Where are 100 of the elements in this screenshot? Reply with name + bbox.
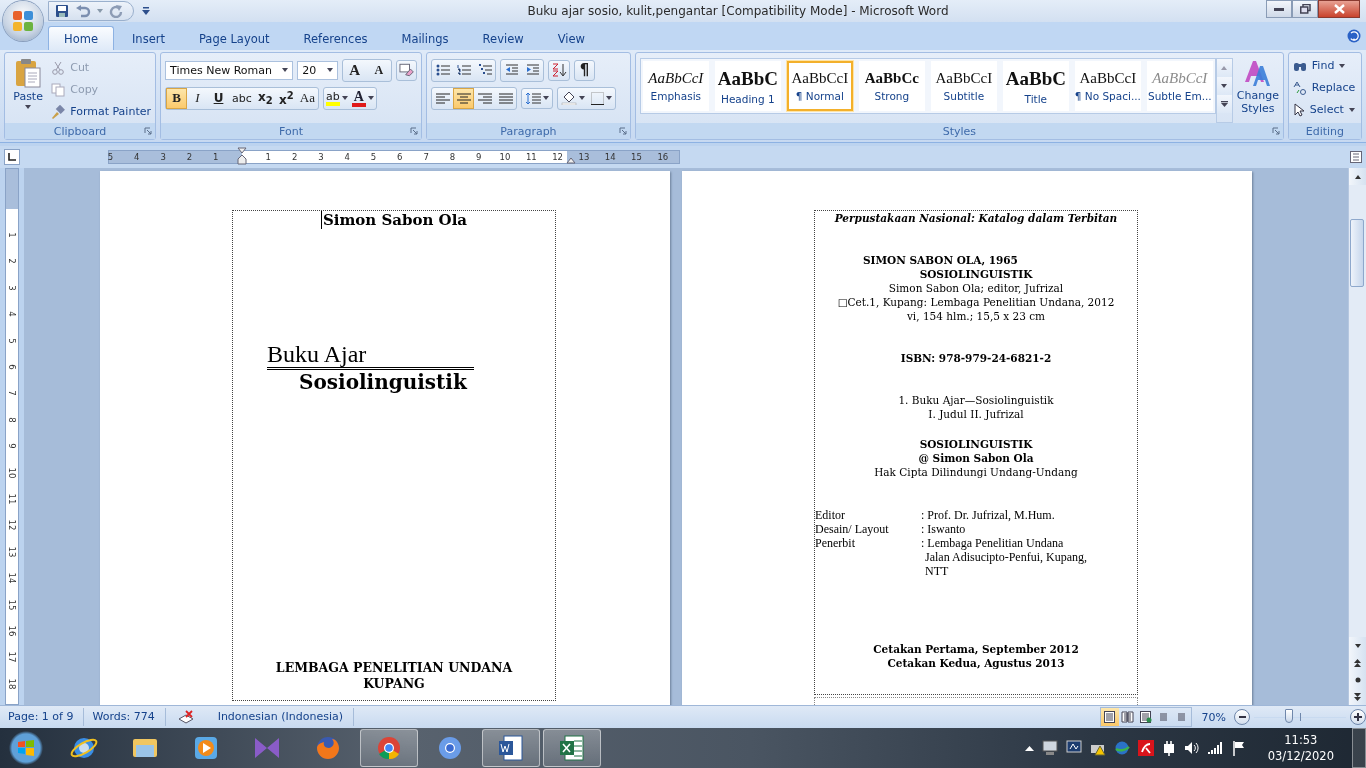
network-icon[interactable] — [1065, 740, 1082, 756]
close-button[interactable] — [1318, 0, 1360, 18]
style-option[interactable]: AaBbCcI ¶ No Spaci... — [1074, 61, 1141, 111]
dialog-launcher-icon[interactable] — [410, 127, 418, 135]
ruler-number: 8 — [449, 151, 456, 163]
page-view-icon — [1139, 711, 1153, 723]
tab-selector-button[interactable] — [4, 149, 20, 165]
indent-marker-icon[interactable] — [237, 147, 247, 165]
ribbon-tab[interactable]: Page Layout — [182, 26, 286, 50]
ribbon-tab[interactable]: Review — [466, 26, 540, 50]
taskbar-button[interactable] — [543, 729, 601, 767]
outdent-icon — [504, 64, 519, 76]
ribbon-tab[interactable]: Home — [48, 26, 114, 50]
view-button[interactable] — [1118, 708, 1137, 726]
page-view-icon — [1103, 711, 1117, 723]
highlight-button[interactable]: ab — [323, 87, 350, 109]
undo-icon[interactable] — [75, 4, 91, 18]
style-option[interactable]: AaBbCcI Subtitle — [930, 61, 997, 111]
scrollbar-thumb[interactable] — [1350, 219, 1364, 287]
clipboard-button[interactable]: Format Painter — [51, 102, 151, 121]
grow-font-button[interactable]: A — [342, 59, 367, 81]
ruler-number: 11 — [525, 151, 537, 163]
flag-icon[interactable] — [1231, 740, 1246, 756]
style-option[interactable]: AaBbCc Strong — [858, 61, 925, 111]
zoom-level[interactable]: 70% — [1201, 710, 1226, 724]
globe-icon[interactable] — [1113, 740, 1130, 756]
clock-date[interactable]: 03/12/2020 — [1267, 748, 1334, 764]
page-count[interactable]: Page: 1 of 9 — [0, 708, 85, 726]
caret-icon — [1339, 63, 1346, 68]
view-button[interactable] — [1100, 708, 1119, 726]
book-subtitle: Sosiolinguistik — [299, 370, 469, 394]
ruler-number: 1 — [6, 231, 18, 240]
spellcheck-book-icon[interactable] — [177, 710, 194, 724]
style-option[interactable]: AaBbC Heading 1 — [714, 61, 781, 111]
format-button[interactable]: B — [166, 87, 187, 109]
save-icon[interactable] — [55, 4, 69, 18]
ribbon-tab[interactable]: View — [541, 26, 601, 50]
format-button[interactable]: I — [187, 87, 208, 109]
ruler-number: 5 — [6, 336, 18, 346]
zoom-slider-thumb[interactable] — [1284, 709, 1293, 723]
format-button[interactable]: abc — [229, 87, 255, 109]
signal-icon[interactable] — [1207, 742, 1224, 754]
help-icon[interactable] — [1347, 29, 1361, 43]
sort-button[interactable] — [548, 59, 570, 81]
format-button[interactable]: x$_{2}$ — [254, 87, 276, 109]
dialog-launcher-icon[interactable] — [1271, 127, 1280, 135]
line-spacing-button[interactable] — [521, 87, 553, 109]
ribbon-tab[interactable]: Mailings — [385, 26, 465, 50]
align-button[interactable] — [453, 87, 474, 109]
language-indicator[interactable]: Indonesian (Indonesia) — [209, 708, 355, 726]
restore-button[interactable] — [1292, 0, 1318, 18]
next-page-button[interactable] — [1349, 688, 1366, 705]
shrink-font-button[interactable]: A — [366, 59, 391, 81]
more-styles-button[interactable] — [1216, 95, 1232, 113]
speaker-icon[interactable] — [1183, 741, 1200, 755]
ruler-number: 10 — [499, 151, 511, 163]
word-count[interactable]: Words: 774 — [84, 708, 166, 726]
paintbrush-icon — [51, 104, 66, 119]
ribbon-tab[interactable]: References — [287, 26, 384, 50]
select-button[interactable]: Select — [1292, 100, 1357, 119]
numbered-list-icon — [456, 64, 471, 76]
office-button[interactable] — [3, 1, 43, 41]
zoom-out-button[interactable] — [1234, 709, 1250, 725]
format-button[interactable]: x$^{2}$ — [275, 87, 297, 109]
caret-icon — [1354, 643, 1361, 648]
taskbar-button[interactable] — [482, 729, 540, 767]
caret-up-icon[interactable] — [1024, 745, 1034, 751]
customize-toolbar-icon[interactable] — [142, 7, 150, 15]
ribbon-tab[interactable]: Insert — [115, 26, 181, 50]
format-button[interactable]: U — [208, 87, 229, 109]
credit-label: Editor — [815, 508, 846, 522]
view-ruler-icon[interactable] — [1350, 151, 1362, 163]
style-option[interactable]: AaBbC Title — [1002, 61, 1069, 111]
scroll-down-button[interactable] — [1349, 637, 1366, 654]
font-size-field[interactable]: 20 — [297, 60, 338, 80]
show-marks-button[interactable]: ¶ — [574, 59, 595, 81]
clock-time[interactable]: 11:53 — [1284, 732, 1318, 748]
caret-icon — [1221, 84, 1228, 88]
dialog-launcher-icon[interactable] — [144, 127, 152, 135]
format-button[interactable]: Aa — [296, 87, 318, 109]
indent-marker-icon[interactable] — [566, 157, 576, 164]
find-button[interactable]: Find — [1292, 56, 1357, 75]
monitor-icon[interactable] — [1041, 740, 1058, 756]
font-color-button[interactable]: A — [349, 87, 376, 109]
paste-button[interactable]: Paste — [9, 56, 48, 123]
clear-formatting-button[interactable] — [395, 59, 417, 81]
scroll-up-button[interactable] — [1349, 168, 1366, 185]
style-option[interactable]: AaBbCcI Emphasis — [642, 61, 709, 111]
ruler-number: 6 — [397, 151, 403, 163]
font-family-field[interactable]: Times New Roman — [165, 60, 294, 80]
zoom-in-button[interactable] — [1350, 709, 1366, 725]
style-option[interactable]: AaBbCcI Subtle Em... — [1146, 61, 1213, 111]
style-option[interactable]: AaBbCcI ¶ Normal — [786, 61, 853, 111]
ruler-number: 4 — [134, 151, 140, 163]
change-styles-button[interactable]: Change Styles — [1236, 58, 1279, 123]
minimize-button[interactable] — [1266, 0, 1292, 18]
plug-icon[interactable] — [1161, 740, 1176, 756]
replace-button[interactable]: Replace — [1292, 78, 1357, 97]
credit-value: NTT — [924, 564, 950, 578]
dialog-launcher-icon[interactable] — [618, 127, 627, 135]
